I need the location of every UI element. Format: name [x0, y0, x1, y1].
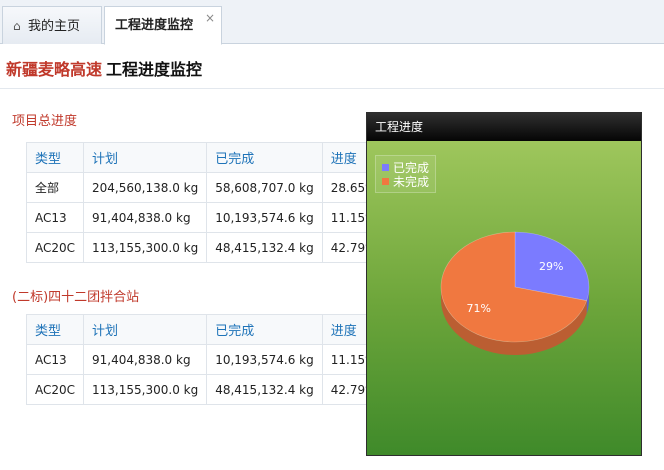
- column-header-type: 类型: [25, 314, 85, 345]
- cell-plan: 204,560,138.0 kg: [83, 172, 208, 203]
- table-row: AC20C 113,155,300.0 kg 48,415,132.4 kg 4…: [25, 374, 386, 405]
- cell-plan: 113,155,300.0 kg: [83, 374, 208, 405]
- cell-type: AC20C: [25, 232, 85, 263]
- table-header-row: 类型 计划 已完成 进度: [25, 142, 386, 173]
- cell-type: AC20C: [25, 374, 85, 405]
- column-header-type: 类型: [25, 142, 85, 173]
- pie-data-label-1: 71%: [467, 302, 491, 315]
- station-progress-table: 类型 计划 已完成 进度 AC13 91,404,838.0 kg 10,193…: [25, 314, 386, 405]
- legend-swatch-completed: [382, 163, 389, 171]
- tab-progress-monitor-label: 工程进度监控: [115, 18, 194, 33]
- column-header-completed: 已完成: [206, 314, 323, 345]
- close-icon[interactable]: ×: [205, 0, 215, 37]
- cell-plan: 91,404,838.0 kg: [83, 344, 208, 375]
- progress-pie-chart: 工程进度 29% 71% 已完成 未完成: [366, 112, 642, 456]
- cell-completed: 48,415,132.4 kg: [206, 374, 323, 405]
- chart-legend: 已完成 未完成: [375, 155, 437, 193]
- legend-item-incomplete[interactable]: 未完成: [382, 174, 430, 189]
- tab-progress-monitor[interactable]: 工程进度监控 ×: [104, 6, 222, 45]
- column-header-plan: 计划: [83, 314, 208, 345]
- tab-home-label: 我的主页: [28, 19, 81, 34]
- tab-home[interactable]: ⌂ 我的主页: [2, 6, 102, 44]
- chart-title: 工程进度: [367, 113, 641, 141]
- divider: [0, 88, 664, 89]
- cell-completed: 10,193,574.6 kg: [206, 344, 323, 375]
- legend-label-incomplete: 未完成: [393, 174, 430, 189]
- section-title-overall: 项目总进度: [12, 114, 78, 129]
- table-row: AC20C 113,155,300.0 kg 48,415,132.4 kg 4…: [25, 232, 386, 263]
- home-icon: ⌂: [13, 19, 21, 33]
- overall-progress-table: 类型 计划 已完成 进度 全部 204,560,138.0 kg 58,608,…: [25, 142, 386, 263]
- cell-type: AC13: [25, 344, 85, 375]
- page-title: 新疆麦略高速 工程进度监控: [6, 56, 202, 80]
- table-row: AC13 91,404,838.0 kg 10,193,574.6 kg 11.…: [25, 202, 386, 233]
- pie-data-label-0: 29%: [539, 260, 563, 273]
- legend-swatch-incomplete: [382, 177, 389, 185]
- table-row: 全部 204,560,138.0 kg 58,608,707.0 kg 28.6…: [25, 172, 386, 203]
- brand-name: 新疆麦略高速: [6, 60, 103, 79]
- column-header-completed: 已完成: [206, 142, 323, 173]
- cell-plan: 113,155,300.0 kg: [83, 232, 208, 263]
- column-header-plan: 计划: [83, 142, 208, 173]
- cell-completed: 48,415,132.4 kg: [206, 232, 323, 263]
- cell-plan: 91,404,838.0 kg: [83, 202, 208, 233]
- table-row: AC13 91,404,838.0 kg 10,193,574.6 kg 11.…: [25, 344, 386, 375]
- cell-type: 全部: [25, 172, 85, 203]
- cell-completed: 58,608,707.0 kg: [206, 172, 323, 203]
- tab-bar: ⌂ 我的主页 工程进度监控 ×: [0, 0, 664, 45]
- page-title-text: 工程进度监控: [106, 60, 203, 79]
- cell-type: AC13: [25, 202, 85, 233]
- section-title-station: (二标)四十二团拌合站: [12, 290, 140, 305]
- cell-completed: 10,193,574.6 kg: [206, 202, 323, 233]
- table-header-row: 类型 计划 已完成 进度: [25, 314, 386, 345]
